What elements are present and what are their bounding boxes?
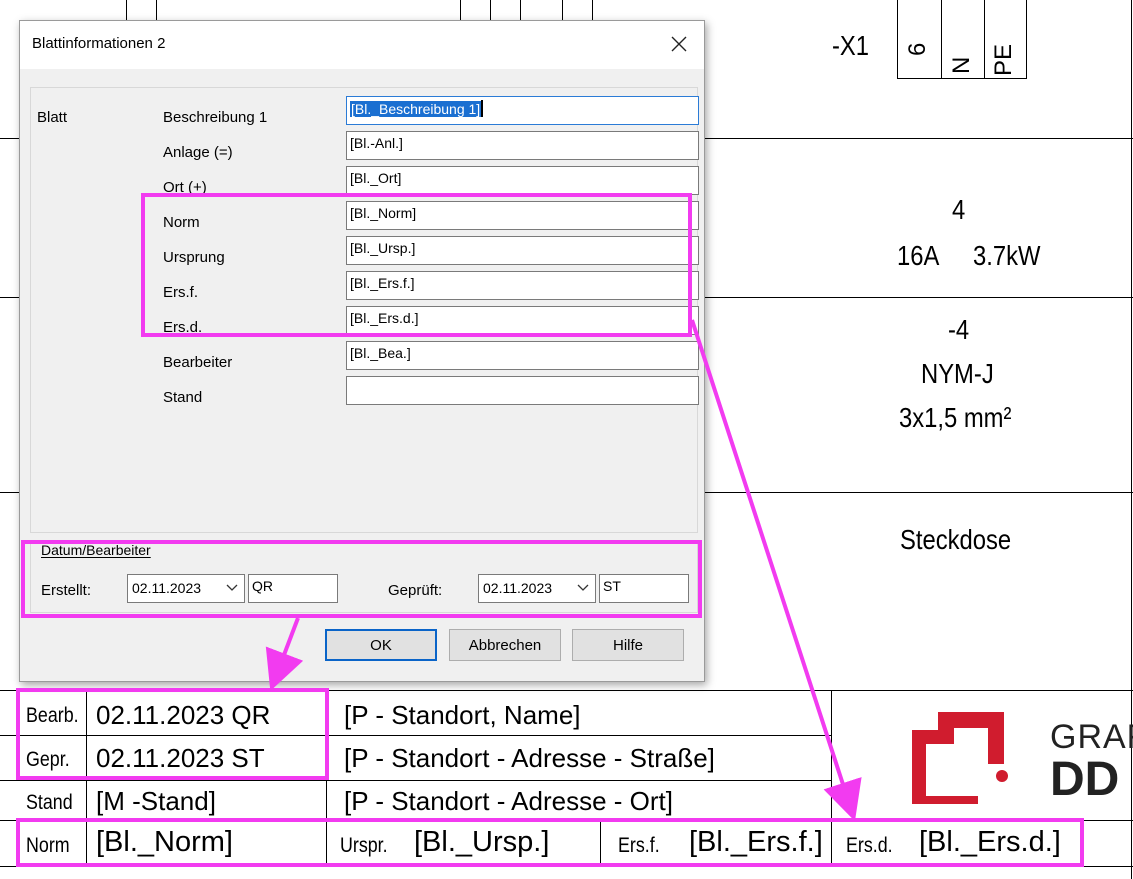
annotation-arrows — [265, 319, 862, 822]
arrow-to-ersd — [690, 319, 862, 822]
arrow-to-bearb — [265, 617, 304, 691]
